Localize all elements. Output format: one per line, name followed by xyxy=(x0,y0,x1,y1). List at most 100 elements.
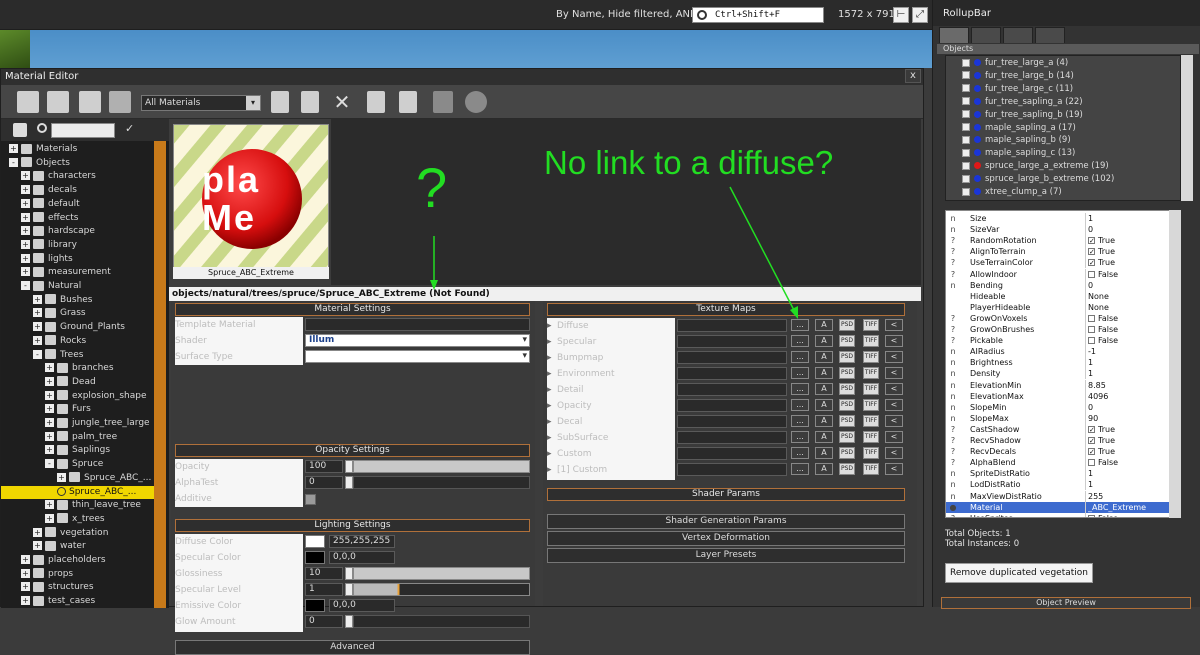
property-row[interactable]: n LodDistRatio 1 xyxy=(946,479,1180,491)
property-value[interactable]: ✓ True xyxy=(1088,257,1180,268)
property-value[interactable]: ✓ True xyxy=(1088,246,1180,257)
vegetation-object-item[interactable]: spruce_large_a_extreme (19) xyxy=(962,160,1109,173)
tab-objects-icon[interactable] xyxy=(939,27,969,43)
visibility-checkbox[interactable] xyxy=(962,58,970,67)
property-value[interactable]: 4096 xyxy=(1088,391,1180,402)
property-scrollbar[interactable] xyxy=(1169,210,1181,518)
vegetation-object-item[interactable]: fur_tree_large_c (11) xyxy=(962,83,1073,96)
property-row[interactable]: ? UseSprites False xyxy=(946,512,1180,517)
property-row[interactable]: ● Material _ABC_Extreme xyxy=(946,501,1180,513)
visibility-checkbox[interactable] xyxy=(962,187,970,196)
property-row[interactable]: PlayerHideable None xyxy=(946,301,1180,313)
property-checkbox[interactable] xyxy=(1088,459,1095,467)
property-value[interactable]: 0 xyxy=(1088,280,1180,291)
property-row[interactable]: ? RecvShadow ✓ True xyxy=(946,435,1180,446)
advanced-section[interactable]: Advanced xyxy=(175,640,530,655)
object-preview-header[interactable]: Object Preview xyxy=(941,597,1191,609)
property-row[interactable]: n Brightness 1 xyxy=(946,357,1180,369)
property-row[interactable]: n ElevationMax 4096 xyxy=(946,390,1180,402)
property-row[interactable]: ? AlignToTerrain ✓ True xyxy=(946,246,1180,258)
property-checkbox[interactable]: ✓ xyxy=(1088,448,1095,456)
property-row[interactable]: n Density 1 xyxy=(946,368,1180,380)
property-row[interactable]: ? RandomRotation ✓ True xyxy=(946,235,1180,247)
property-value[interactable]: 1 xyxy=(1088,479,1180,490)
property-value[interactable]: False xyxy=(1088,313,1180,324)
property-value[interactable]: 255 xyxy=(1088,491,1180,502)
property-row[interactable]: n Size 1 xyxy=(946,213,1180,224)
property-row[interactable]: ? AlphaBlend False xyxy=(946,457,1180,469)
remove-duplicated-button[interactable]: Remove duplicated vegetation xyxy=(945,563,1093,583)
vegetation-object-item[interactable]: fur_tree_sapling_a (22) xyxy=(962,96,1083,109)
visibility-checkbox[interactable] xyxy=(962,97,970,106)
vegetation-object-item[interactable]: maple_sapling_c (13) xyxy=(962,147,1075,160)
property-value[interactable]: 1 xyxy=(1088,213,1180,224)
property-value[interactable]: 0 xyxy=(1088,224,1180,235)
tab-terrain-icon[interactable] xyxy=(971,27,1001,43)
property-value[interactable]: -1 xyxy=(1088,346,1180,357)
property-value[interactable]: False xyxy=(1088,269,1180,280)
visibility-checkbox[interactable] xyxy=(962,135,970,144)
glow-slider[interactable] xyxy=(353,615,530,628)
property-row[interactable]: n SlopeMin 0 xyxy=(946,401,1180,413)
property-value[interactable]: 8.85 xyxy=(1088,380,1180,391)
property-value[interactable]: None xyxy=(1088,302,1180,313)
vegetation-object-item[interactable]: fur_tree_large_a (4) xyxy=(962,57,1068,70)
property-row[interactable]: n ElevationMin 8.85 xyxy=(946,379,1180,391)
tab-layers-icon[interactable] xyxy=(1035,27,1065,43)
visibility-checkbox[interactable] xyxy=(962,148,970,157)
property-row[interactable]: ? CastShadow ✓ True xyxy=(946,423,1180,435)
property-row[interactable]: n SizeVar 0 xyxy=(946,224,1180,236)
property-value[interactable]: 0 xyxy=(1088,402,1180,413)
property-row[interactable]: ? Pickable False xyxy=(946,335,1180,347)
visibility-checkbox[interactable] xyxy=(962,71,970,80)
property-checkbox[interactable]: ✓ xyxy=(1088,248,1095,256)
property-checkbox[interactable] xyxy=(1088,270,1095,278)
tab-display-icon[interactable] xyxy=(1003,27,1033,43)
visibility-checkbox[interactable] xyxy=(962,84,970,93)
property-value[interactable]: ✓ True xyxy=(1088,446,1180,457)
property-checkbox[interactable]: ✓ xyxy=(1088,237,1095,245)
property-row[interactable]: ? RecvDecals ✓ True xyxy=(946,446,1180,458)
vegetation-object-item[interactable]: maple_sapling_b (9) xyxy=(962,134,1071,147)
property-row[interactable]: n SpriteDistRatio 1 xyxy=(946,468,1180,480)
property-value[interactable]: False xyxy=(1088,513,1180,517)
property-row[interactable]: n AIRadius -1 xyxy=(946,346,1180,358)
property-value[interactable]: 90 xyxy=(1088,413,1180,424)
visibility-checkbox[interactable] xyxy=(962,110,970,119)
property-row[interactable]: ? UseTerrainColor ✓ True xyxy=(946,257,1180,269)
visibility-checkbox[interactable] xyxy=(962,174,970,183)
visibility-checkbox[interactable] xyxy=(962,161,970,170)
property-value[interactable]: 1 xyxy=(1088,468,1180,479)
property-checkbox[interactable] xyxy=(1088,326,1095,333)
property-checkbox[interactable]: ✓ xyxy=(1088,259,1095,267)
property-row[interactable]: ? GrowOnBrushes False xyxy=(946,324,1180,335)
property-checkbox[interactable] xyxy=(1088,337,1095,345)
property-checkbox[interactable]: ✓ xyxy=(1088,425,1095,433)
property-value[interactable]: False xyxy=(1088,457,1180,468)
vegetation-object-item[interactable]: spruce_large_b_extreme (102) xyxy=(962,173,1114,186)
vegetation-object-item[interactable]: maple_sapling_a (17) xyxy=(962,122,1076,135)
property-row[interactable]: n SlopeMax 90 xyxy=(946,412,1180,424)
property-row[interactable]: n Bending 0 xyxy=(946,279,1180,291)
property-value[interactable]: _ABC_Extreme xyxy=(1088,502,1180,513)
property-value[interactable]: ✓ True xyxy=(1088,435,1180,446)
property-row[interactable]: ? GrowOnVoxels False xyxy=(946,312,1180,324)
glow-slider-thumb[interactable] xyxy=(345,615,353,628)
property-value[interactable]: ✓ True xyxy=(1088,424,1180,435)
property-row[interactable]: Hideable None xyxy=(946,290,1180,302)
object-list-scrollbar[interactable] xyxy=(1181,55,1193,201)
property-value[interactable]: None xyxy=(1088,291,1180,302)
property-row[interactable]: n MaxViewDistRatio 255 xyxy=(946,490,1180,502)
property-row[interactable]: ? AllowIndoor False xyxy=(946,268,1180,280)
property-checkbox[interactable] xyxy=(1088,514,1095,517)
property-value[interactable]: 1 xyxy=(1088,368,1180,379)
vegetation-object-item[interactable]: fur_tree_large_b (14) xyxy=(962,70,1074,83)
property-checkbox[interactable] xyxy=(1088,314,1095,322)
glow-amount-input[interactable]: 0 xyxy=(305,615,343,628)
property-checkbox[interactable]: ✓ xyxy=(1088,437,1095,445)
property-value[interactable]: False xyxy=(1088,324,1180,335)
vegetation-object-item[interactable]: fur_tree_sapling_b (19) xyxy=(962,109,1083,122)
visibility-checkbox[interactable] xyxy=(962,123,970,131)
property-value[interactable]: ✓ True xyxy=(1088,235,1180,246)
property-value[interactable]: False xyxy=(1088,335,1180,346)
